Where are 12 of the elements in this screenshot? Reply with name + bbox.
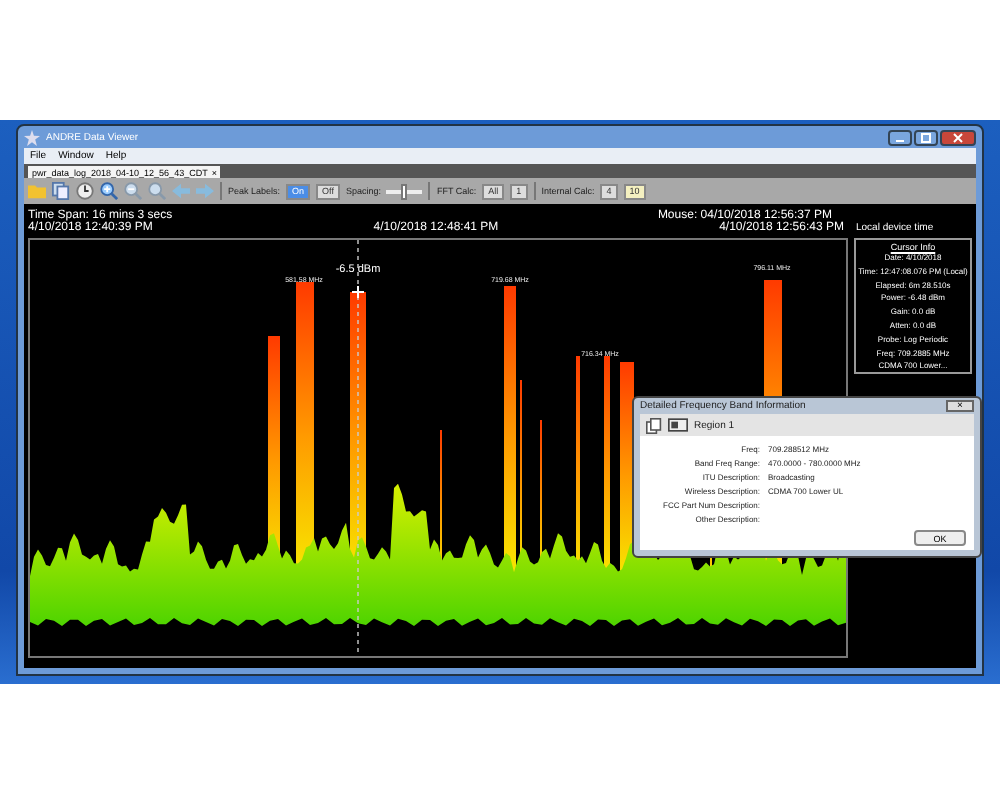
close-icon [952,131,964,143]
copy-icon[interactable] [646,417,662,433]
copy-icon[interactable] [52,182,70,200]
close-button[interactable] [940,129,976,145]
minimize-button[interactable] [888,129,912,145]
maximize-icon [920,131,932,143]
zoom-out-icon[interactable] [124,182,142,200]
clock-icon[interactable] [76,182,94,200]
slider-thumb[interactable] [401,183,408,199]
star-icon [24,129,40,145]
maximize-button[interactable] [914,129,938,145]
zoom-in-icon[interactable] [100,182,118,200]
